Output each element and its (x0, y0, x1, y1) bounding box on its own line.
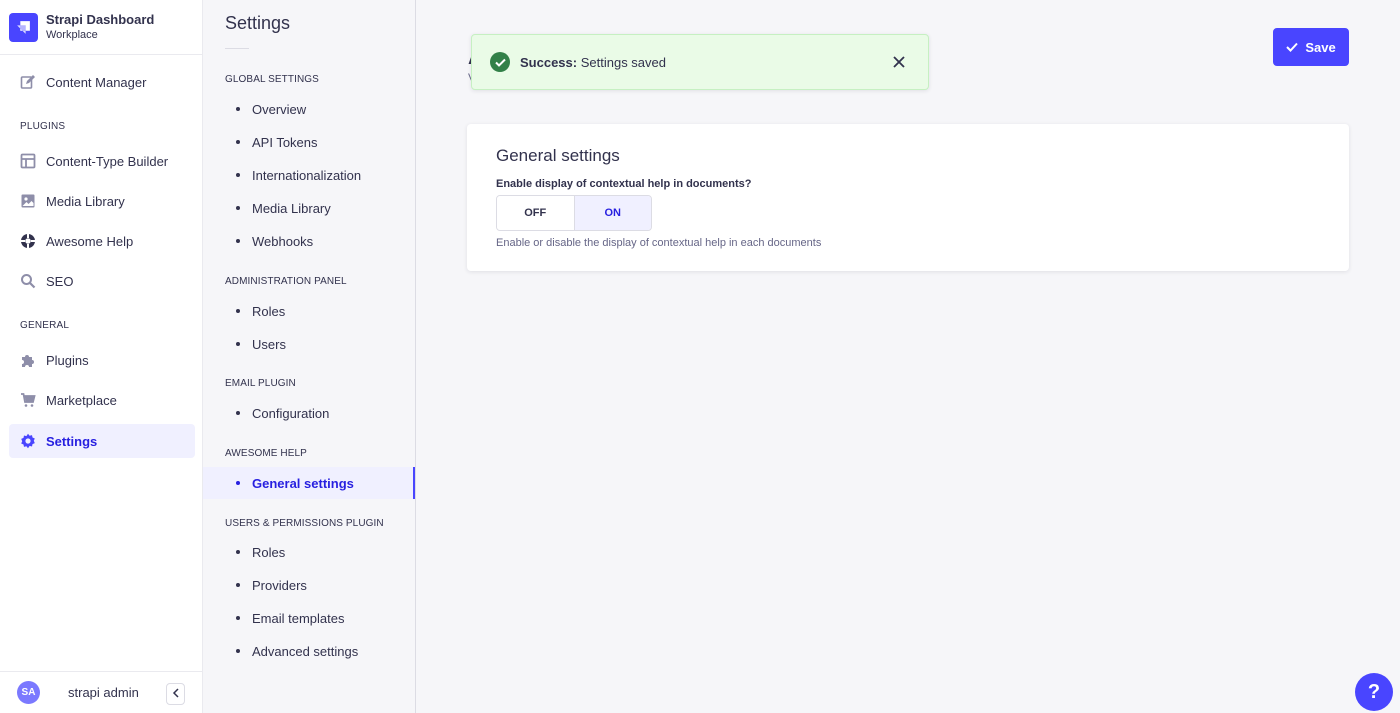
toast-message: Success: Settings saved (520, 55, 666, 70)
subnav-label: General settings (252, 475, 354, 491)
image-icon (20, 193, 36, 209)
subnav-label: Providers (252, 577, 307, 593)
puzzle-icon (20, 352, 36, 368)
subnav-item-general-settings[interactable]: General settings (203, 467, 415, 499)
subnav-item-providers[interactable]: Providers (203, 569, 415, 601)
lifebuoy-icon (20, 233, 36, 249)
nav-item-plugins[interactable]: Plugins (9, 343, 195, 377)
main-content: A V Success: Settings saved Save General… (416, 0, 1400, 713)
subnav-label: Webhooks (252, 233, 314, 249)
nav-item-awesome-help[interactable]: Awesome Help (9, 224, 195, 258)
subnav-label: Internationalization (252, 167, 362, 183)
section-users-permissions: USERS & PERMISSIONS PLUGIN (225, 518, 384, 529)
toast-text: Settings saved (580, 54, 666, 70)
brand: Strapi Dashboard Workplace (0, 0, 202, 55)
nav-label: Content Manager (46, 74, 147, 90)
brand-title: Strapi Dashboard (46, 12, 155, 27)
check-icon (1286, 40, 1305, 55)
nav-item-settings[interactable]: Settings (9, 424, 195, 458)
save-button[interactable]: Save (1273, 28, 1349, 66)
field-label: Enable display of contextual help in doc… (496, 178, 752, 190)
subnav-item-roles[interactable]: Roles (203, 295, 415, 327)
subnav-item-api-tokens[interactable]: API Tokens (203, 126, 415, 158)
section-awesome-help: AWESOME HELP (225, 448, 307, 459)
subnav-label: Users (252, 336, 286, 352)
field-hint: Enable or disable the display of context… (496, 237, 822, 249)
subnav-item-overview[interactable]: Overview (203, 93, 415, 125)
subnav-item-users[interactable]: Users (203, 328, 415, 360)
nav-label: Awesome Help (46, 233, 134, 249)
contextual-help-toggle: OFF ON (496, 195, 652, 231)
subnav-title: Settings (225, 13, 291, 33)
subnav-label: Overview (252, 101, 307, 117)
nav-item-content-manager[interactable]: Content Manager (9, 65, 195, 99)
chevron-left-icon (172, 685, 180, 703)
subnav-label: Roles (252, 303, 286, 319)
cart-icon (20, 392, 36, 408)
check-circle-icon (490, 52, 510, 72)
nav-footer: SA strapi admin (0, 671, 202, 713)
layout-icon (20, 153, 36, 169)
settings-subnav: Settings GLOBAL SETTINGS Overview API To… (203, 0, 416, 713)
subnav-label: API Tokens (252, 134, 318, 150)
nav-label: Marketplace (46, 392, 117, 408)
strapi-logo-icon (9, 12, 38, 42)
divider (225, 48, 249, 49)
nav-section-plugins: PLUGINS (20, 121, 66, 132)
subnav-item-internationalization[interactable]: Internationalization (203, 159, 415, 191)
nav-label: Plugins (46, 352, 89, 368)
pencil-icon (20, 74, 36, 90)
subnav-label: Advanced settings (252, 643, 359, 659)
section-administration-panel: ADMINISTRATION PANEL (225, 276, 347, 287)
nav-item-seo[interactable]: SEO (9, 264, 195, 298)
subnav-label: Configuration (252, 405, 330, 421)
brand-subtitle: Workplace (46, 29, 98, 41)
username[interactable]: strapi admin (68, 685, 139, 700)
subnav-item-email-templates[interactable]: Email templates (203, 602, 415, 634)
toggle-on-option[interactable]: ON (574, 196, 651, 230)
card-title: General settings (496, 146, 620, 165)
nav-section-general: GENERAL (20, 320, 70, 331)
search-icon (20, 273, 36, 289)
section-email-plugin: EMAIL PLUGIN (225, 378, 296, 389)
save-label: Save (1305, 39, 1336, 55)
nav-item-content-type-builder[interactable]: Content-Type Builder (9, 144, 195, 178)
nav-item-media-library[interactable]: Media Library (9, 184, 195, 218)
gear-icon (20, 433, 36, 449)
toast-strong: Success: (520, 54, 578, 70)
nav-label: SEO (46, 273, 74, 289)
subnav-item-roles-up[interactable]: Roles (203, 536, 415, 568)
subnav-label: Media Library (252, 200, 331, 216)
help-button[interactable]: ? (1355, 673, 1393, 711)
general-settings-card: General settings Enable display of conte… (467, 124, 1349, 271)
subnav-item-media-library[interactable]: Media Library (203, 192, 415, 224)
nav-label: Media Library (46, 193, 125, 209)
close-icon[interactable] (892, 55, 906, 69)
nav-label: Content-Type Builder (46, 153, 169, 169)
nav-label: Settings (46, 433, 98, 449)
section-global-settings: GLOBAL SETTINGS (225, 74, 319, 85)
success-toast: Success: Settings saved (471, 34, 929, 90)
subnav-label: Roles (252, 544, 286, 560)
subnav-item-advanced-settings[interactable]: Advanced settings (203, 635, 415, 667)
subnav-label: Email templates (252, 610, 345, 626)
avatar[interactable]: SA (17, 681, 40, 704)
main-nav: Strapi Dashboard Workplace Content Manag… (0, 0, 203, 713)
toggle-off-option[interactable]: OFF (497, 196, 575, 230)
subnav-item-webhooks[interactable]: Webhooks (203, 225, 415, 257)
subnav-item-configuration[interactable]: Configuration (203, 397, 415, 429)
nav-item-marketplace[interactable]: Marketplace (9, 383, 195, 417)
collapse-nav-button[interactable] (166, 683, 185, 705)
